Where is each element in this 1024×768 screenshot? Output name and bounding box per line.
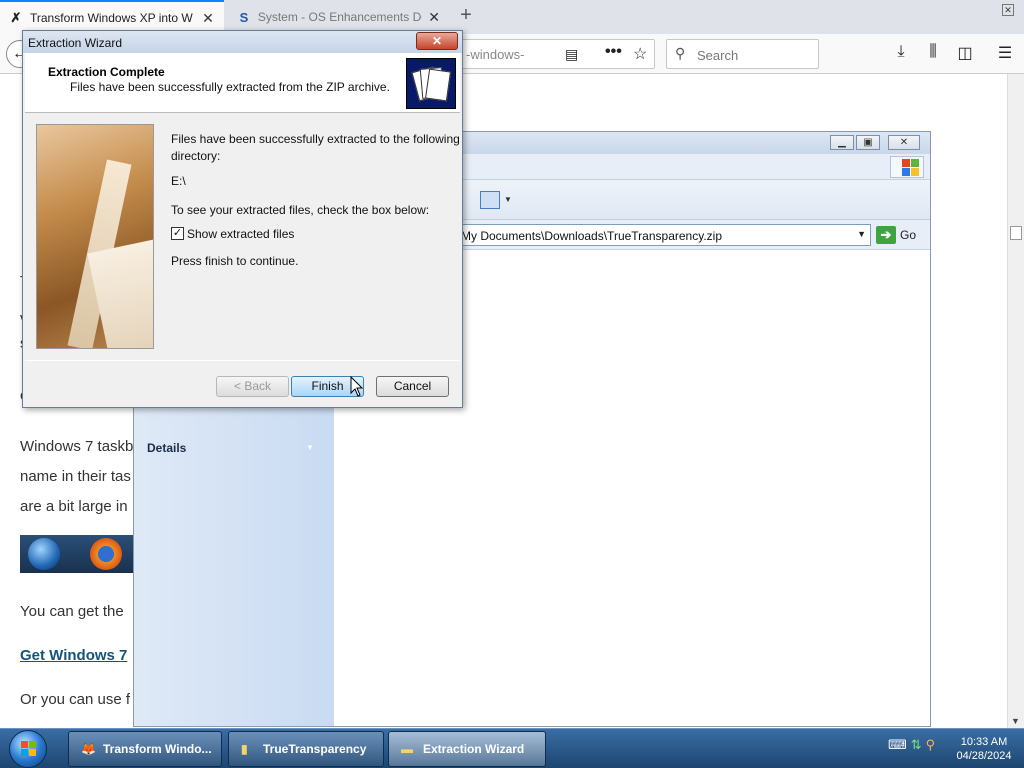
show-files-label[interactable]: Show extracted files xyxy=(187,227,294,241)
clock-date: 04/28/2024 xyxy=(956,750,1012,762)
address-dropdown-icon[interactable]: ▼ xyxy=(857,229,866,239)
taskbar-button-label: Transform Windo... xyxy=(103,742,212,756)
cancel-button[interactable]: Cancel xyxy=(376,376,449,397)
clock-time: 10:33 AM xyxy=(960,736,1008,748)
downloads-icon[interactable]: ⤓ xyxy=(890,43,912,61)
windows-taskbar: 🦊 Transform Windo... ▮ TrueTransparency … xyxy=(0,728,1024,768)
windows-flag-icon xyxy=(21,741,37,757)
sidebar-icon[interactable]: ◫ xyxy=(954,43,976,63)
extraction-wizard-dialog: Extraction Wizard ✕ Extraction Complete … xyxy=(22,30,463,408)
browser-tab-bar: ✗ Transform Windows XP into W ✕ S System… xyxy=(0,0,1024,34)
taskbar-button-label: Extraction Wizard xyxy=(423,742,525,756)
address-input[interactable]: My Documents\Downloads\TrueTransparency.… xyxy=(454,224,871,246)
taskbar-firefox-button[interactable]: 🦊 Transform Windo... xyxy=(68,731,222,767)
paragraph-line: Or you can use f xyxy=(20,691,131,708)
search-placeholder: Search xyxy=(697,48,739,63)
s-favicon-icon: S xyxy=(239,9,249,25)
extract-directory: E:\ xyxy=(171,174,186,188)
wizard-divider xyxy=(25,360,460,361)
maximize-button[interactable]: ▣ xyxy=(856,135,880,150)
go-button[interactable]: ➔ Go xyxy=(876,224,916,246)
zip-folder-icon: ▮ xyxy=(241,742,248,756)
wizard-header-title: Extraction Complete xyxy=(48,65,165,79)
paragraph-line: are a bit large in xyxy=(20,498,128,515)
new-tab-button[interactable]: + xyxy=(454,4,478,27)
get-windows7-link[interactable]: Get Windows 7 xyxy=(20,647,127,664)
windows-logo-icon xyxy=(890,156,924,178)
start-button[interactable] xyxy=(9,730,47,768)
tab-title: System - OS Enhancements De xyxy=(257,10,423,24)
firefox-icon: 🦊 xyxy=(81,742,96,756)
folder-files-icon xyxy=(406,58,456,109)
library-icon[interactable]: ⫼ xyxy=(922,43,944,61)
success-line2: directory: xyxy=(171,149,221,163)
show-files-checkbox[interactable]: ✓ xyxy=(171,227,184,240)
wizard-titlebar[interactable]: Extraction Wizard ✕ xyxy=(23,31,462,53)
go-label: Go xyxy=(900,228,917,242)
system-clock[interactable]: 10:33 AM 04/28/2024 xyxy=(950,735,1018,763)
tab-title: Transform Windows XP into W xyxy=(30,11,193,25)
menu-icon[interactable]: ☰ xyxy=(994,43,1016,63)
scroll-down-icon[interactable]: ▼ xyxy=(1011,716,1020,726)
wizard-header: Extraction Complete Files have been succ… xyxy=(25,53,460,113)
address-text: My Documents\Downloads\TrueTransparency.… xyxy=(461,229,722,243)
bookmark-star-icon[interactable]: ☆ xyxy=(633,44,647,64)
paragraph-line: name in their tas xyxy=(20,468,131,485)
paragraph-line: Windows 7 taskb xyxy=(20,438,134,455)
tab-system-os-enhancements[interactable]: S System - OS Enhancements De ✕ xyxy=(228,0,450,34)
minimize-button[interactable]: ▁ xyxy=(830,135,854,150)
window-close-button[interactable]: ✕ xyxy=(1002,4,1014,16)
views-dropdown-icon[interactable]: ▼ xyxy=(504,195,512,204)
wizard-side-image xyxy=(36,124,154,349)
keyboard-icon[interactable]: ⌨ xyxy=(888,737,907,753)
tool-favicon-icon: ✗ xyxy=(10,10,22,25)
network-icon[interactable]: ⇅ xyxy=(911,737,922,753)
paragraph-line: You can get the xyxy=(20,603,124,620)
success-line1: Files have been successfully extracted t… xyxy=(171,132,460,146)
details-section-title[interactable]: Details xyxy=(147,441,186,455)
close-button[interactable]: ✕ xyxy=(888,135,920,150)
search-input[interactable]: ⚲ Search xyxy=(666,39,819,69)
wizard-title: Extraction Wizard xyxy=(28,36,123,50)
taskbar-button-label: TrueTransparency xyxy=(263,742,367,756)
go-arrow-icon: ➔ xyxy=(876,226,896,244)
folder-icon: ▬ xyxy=(401,742,413,756)
page-scrollbar[interactable]: ▼ xyxy=(1007,74,1024,728)
wizard-close-button[interactable]: ✕ xyxy=(416,32,458,50)
firefox-icon xyxy=(90,538,122,570)
system-tray: ⌨ ⇅ ⚲ xyxy=(888,737,935,753)
taskbar-example-image xyxy=(20,535,135,573)
back-button[interactable]: < Back xyxy=(216,376,289,397)
expand-chevron-icon[interactable]: ▼ xyxy=(306,443,314,452)
windows-orb-icon xyxy=(28,538,60,570)
wizard-header-subtitle: Files have been successfully extracted f… xyxy=(70,80,390,94)
mouse-cursor-icon xyxy=(350,376,364,397)
tab-transform-windows[interactable]: ✗ Transform Windows XP into W ✕ xyxy=(0,0,224,34)
close-tab-icon[interactable]: ✕ xyxy=(200,10,216,27)
continue-text: Press finish to continue. xyxy=(171,254,299,268)
scrollbar-thumb[interactable] xyxy=(1010,226,1022,240)
taskbar-truetransparency-button[interactable]: ▮ TrueTransparency xyxy=(228,731,384,767)
url-text: -windows- xyxy=(466,47,525,62)
close-tab-icon[interactable]: ✕ xyxy=(426,9,442,26)
search-tray-icon[interactable]: ⚲ xyxy=(926,737,936,753)
page-actions-icon[interactable]: ••• xyxy=(605,43,622,61)
instruction-text: To see your extracted files, check the b… xyxy=(171,203,430,217)
views-icon[interactable] xyxy=(480,191,500,209)
search-icon: ⚲ xyxy=(675,45,686,61)
taskbar-extraction-wizard-button[interactable]: ▬ Extraction Wizard xyxy=(388,731,546,767)
reader-view-icon[interactable]: ▤ xyxy=(565,46,578,63)
